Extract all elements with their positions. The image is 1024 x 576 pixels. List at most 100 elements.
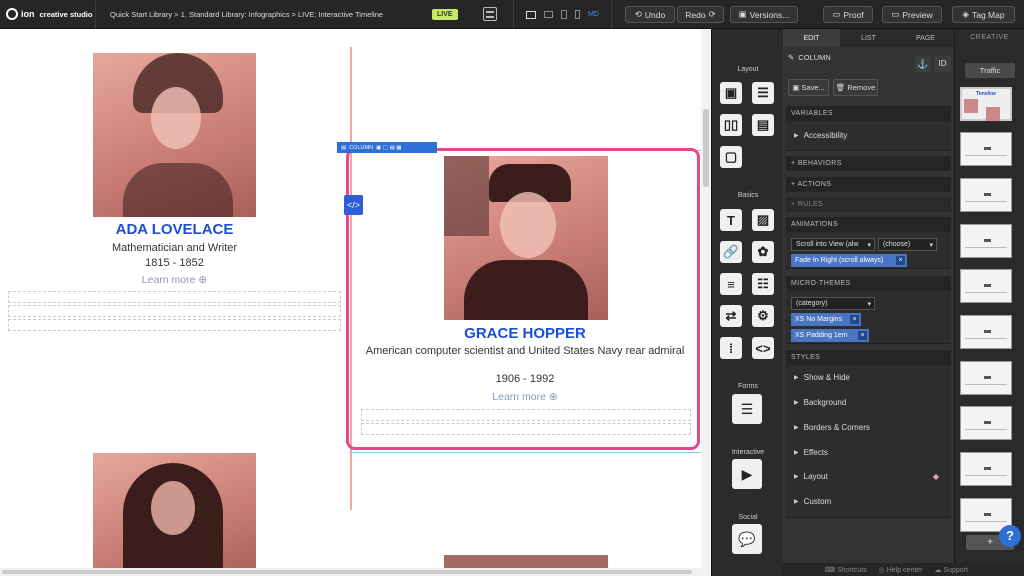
style-row[interactable]: Effects	[786, 440, 951, 464]
style-row[interactable]: Borders & Corners	[786, 415, 951, 440]
form-icon[interactable]: ☰	[732, 394, 762, 424]
style-row[interactable]: Show & Hide	[786, 365, 951, 390]
close-icon[interactable]: ×	[896, 256, 905, 265]
columns-icon[interactable]: ▯▯	[720, 114, 742, 136]
preview-button[interactable]: ▭ Preview	[882, 6, 942, 23]
actions-heading[interactable]: + ACTIONS	[786, 177, 951, 192]
versions-button[interactable]: ▣ Versions...	[730, 6, 798, 23]
basics-heading[interactable]: Basics	[712, 192, 784, 199]
app-logo[interactable]: ion creative studio	[0, 0, 96, 29]
responsive-container-icon[interactable]: ▣	[720, 82, 742, 104]
page-thumbnail[interactable]	[960, 132, 1012, 166]
support-label: Support	[943, 566, 968, 574]
empty-row-placeholder[interactable]	[8, 319, 341, 331]
shortcuts-link[interactable]: ⌨ Shortcuts	[825, 566, 867, 574]
empty-row-placeholder[interactable]	[361, 409, 691, 421]
code-icon[interactable]: <>	[752, 337, 774, 359]
rules-section[interactable]: + RULES	[786, 197, 951, 212]
microthemes-heading[interactable]: MICRO-THEMES	[786, 276, 951, 291]
breakpoint-label[interactable]: MD	[588, 11, 599, 18]
style-row[interactable]: Custom	[786, 489, 951, 513]
undo-label: Undo	[644, 9, 666, 20]
frame-icon[interactable]: ▢	[720, 146, 742, 168]
tablet-icon[interactable]	[561, 10, 567, 19]
panel-tabs: EDIT LIST PAGE	[783, 29, 954, 47]
page-thumbnail[interactable]	[960, 224, 1012, 258]
phone-icon[interactable]	[575, 10, 580, 19]
page-thumbnail[interactable]	[960, 269, 1012, 303]
embed-icon[interactable]: ⇄	[720, 305, 742, 327]
layout-heading[interactable]: Layout	[712, 66, 784, 73]
style-row[interactable]: Layout ◆	[786, 464, 951, 489]
close-icon[interactable]: ×	[858, 331, 867, 340]
empty-row-placeholder[interactable]	[8, 305, 341, 317]
support-link[interactable]: ☁ Support	[935, 566, 968, 574]
behaviors-section[interactable]: + BEHAVIORS	[786, 156, 951, 171]
close-icon[interactable]: ×	[850, 315, 859, 324]
anchor-icon[interactable]: ⚓	[915, 56, 931, 72]
page-thumbnail[interactable]	[960, 452, 1012, 486]
badge-icon[interactable]: ✿	[752, 241, 774, 263]
vertical-scrollbar[interactable]	[701, 29, 711, 576]
variables-heading[interactable]: VARIABLES	[786, 106, 951, 121]
page-thumbnail[interactable]	[960, 406, 1012, 440]
animations-heading[interactable]: ANIMATIONS	[786, 217, 951, 232]
page-thumbnail[interactable]	[960, 315, 1012, 349]
grace-hopper-photo	[444, 156, 608, 320]
laptop-icon[interactable]	[544, 11, 553, 18]
learn-more-link[interactable]: Learn more ⊕	[360, 391, 690, 403]
animation-choose-select[interactable]: (choose) ▾	[878, 238, 937, 251]
rules-heading[interactable]: + RULES	[786, 197, 951, 212]
page-thumbnail[interactable]	[960, 361, 1012, 395]
accessibility-row[interactable]: Accessibility	[786, 121, 951, 149]
text-icon[interactable]: T	[720, 209, 742, 231]
empty-row-placeholder[interactable]	[8, 291, 341, 303]
redo-button[interactable]: Redo ⟳	[677, 6, 724, 23]
page-thumbnail[interactable]	[960, 178, 1012, 212]
rows-icon[interactable]: ☰	[752, 82, 774, 104]
section-icon[interactable]: ▤	[752, 114, 774, 136]
learn-more-link[interactable]: Learn more ⊕	[60, 274, 289, 286]
divider-icon[interactable]: ☷	[752, 273, 774, 295]
column-tag[interactable]: ▤ COLUMN ▣ ▢ ▤ ▦	[337, 142, 437, 153]
save-button[interactable]: ▣ Save...	[788, 79, 829, 96]
tab-edit[interactable]: EDIT	[783, 29, 840, 47]
tab-list[interactable]: LIST	[840, 29, 897, 47]
style-row[interactable]: Background	[786, 390, 951, 415]
horizontal-scrollbar[interactable]	[0, 568, 701, 576]
id-button[interactable]: ID	[934, 56, 951, 72]
design-canvas[interactable]: ADA LOVELACE Mathematician and Writer 18…	[0, 29, 711, 576]
social-heading: Social	[738, 514, 758, 521]
help-icon[interactable]: ?	[999, 525, 1021, 547]
element-palette: Layout ▣ ☰ ▯▯ ▤ ▢ Basics T ▨ 🔗 ✿ ≡ ☷ ⇄ ⚙…	[711, 29, 783, 576]
page-thumbnail[interactable]: Timeline	[960, 87, 1012, 121]
remove-button[interactable]: 🗑 Remove	[833, 79, 878, 96]
code-toggle-icon[interactable]: </>	[344, 195, 363, 215]
desktop-icon[interactable]	[526, 10, 536, 19]
behaviors-heading[interactable]: + BEHAVIORS	[786, 156, 951, 171]
animation-chip[interactable]: Fade In Right (scroll always) ×	[791, 254, 907, 267]
layout-toggle-icon[interactable]	[483, 7, 497, 21]
styles-heading[interactable]: STYLES	[786, 350, 951, 365]
breadcrumb[interactable]: Quick Start Library > 1. Standard Librar…	[96, 10, 420, 19]
undo-button[interactable]: ⟲ Undo	[625, 6, 675, 23]
settings-icon[interactable]: ⚙	[752, 305, 774, 327]
microtheme-chip[interactable]: XS No Margins ×	[791, 313, 861, 326]
spacer-icon[interactable]: ⁞	[720, 337, 742, 359]
image-icon[interactable]: ▨	[752, 209, 774, 231]
microtheme-chip[interactable]: XS Padding 1em ×	[791, 329, 869, 342]
actions-section[interactable]: + ACTIONS	[786, 177, 951, 192]
pencil-icon: ✎	[788, 52, 795, 62]
help-center-link[interactable]: ◎ Help center	[879, 566, 923, 574]
social-icon[interactable]: 💬	[732, 524, 762, 554]
interactive-icon[interactable]: ▶	[732, 459, 762, 489]
category-select[interactable]: (category) ▾	[791, 297, 875, 310]
animation-trigger-select[interactable]: Scroll into View (alw ▾	[791, 238, 875, 251]
proof-button[interactable]: ▭ Proof	[823, 6, 873, 23]
empty-row-placeholder[interactable]	[361, 423, 691, 435]
list-icon[interactable]: ≡	[720, 273, 742, 295]
tab-page[interactable]: PAGE	[897, 29, 954, 47]
link-icon[interactable]: 🔗	[720, 241, 742, 263]
tag-map-button[interactable]: ◈ Tag Map	[952, 6, 1015, 23]
traffic-button[interactable]: Traffic	[965, 63, 1015, 78]
